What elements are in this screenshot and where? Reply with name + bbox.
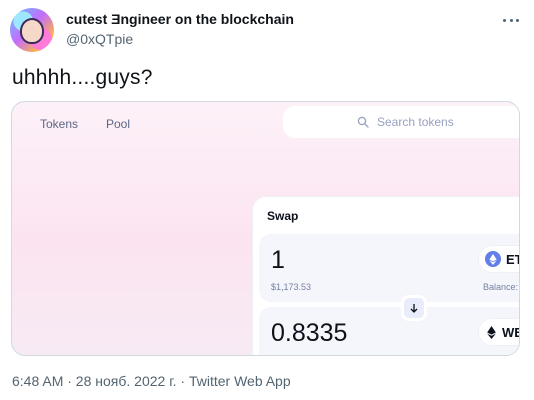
swap-title: Swap <box>267 209 299 223</box>
tweet-meta: 6:48 AM · 28 нояб. 2022 г. · Twitter Web… <box>12 373 291 389</box>
tweet-media-image[interactable]: Tokens Pool Search tokens Swap 1 $1,173.… <box>11 101 520 356</box>
swap-output-panel: 0.8335 WET <box>259 307 519 355</box>
more-options-button[interactable] <box>499 12 523 28</box>
nav-tokens: Tokens <box>40 117 79 131</box>
input-usd-value: $1,173.53 <box>271 282 312 292</box>
meta-separator: · <box>176 373 189 389</box>
search-icon <box>357 116 369 128</box>
tweet-client[interactable]: Twitter Web App <box>189 373 291 389</box>
avatar[interactable] <box>10 8 54 52</box>
input-balance: Balance: 0.1 <box>482 282 519 292</box>
swap-input-panel: 1 $1,173.53 Balance: 0.1 ET <box>259 234 519 302</box>
output-amount: 0.8335 <box>271 319 348 347</box>
display-name[interactable]: cutest Ǝngineer on the blockchain <box>66 11 294 27</box>
output-token-selector: WET <box>479 319 519 345</box>
input-token-symbol: ET <box>506 251 519 267</box>
eth-icon <box>485 325 497 339</box>
arrow-down-icon <box>410 304 418 313</box>
search-placeholder: Search tokens <box>377 115 454 129</box>
eth-icon <box>485 251 501 267</box>
switch-direction-button <box>401 295 427 321</box>
tweet-timestamp[interactable]: 6:48 AM · 28 нояб. 2022 г. <box>12 373 177 389</box>
search-tokens-box: Search tokens <box>283 106 519 138</box>
nav-pool: Pool <box>106 117 131 131</box>
more-dots-icon <box>503 18 506 22</box>
output-token-symbol: WET <box>502 324 519 340</box>
input-token-selector: ET <box>479 246 519 272</box>
swap-card: Swap 1 $1,173.53 Balance: 0.1 ET <box>252 196 519 355</box>
input-amount: 1 <box>271 246 285 274</box>
tweet-text: uhhhh....guys? <box>12 66 153 89</box>
user-handle[interactable]: @0xQTpie <box>66 31 133 47</box>
tweet: cutest Ǝngineer on the blockchain @0xQTp… <box>0 0 534 400</box>
